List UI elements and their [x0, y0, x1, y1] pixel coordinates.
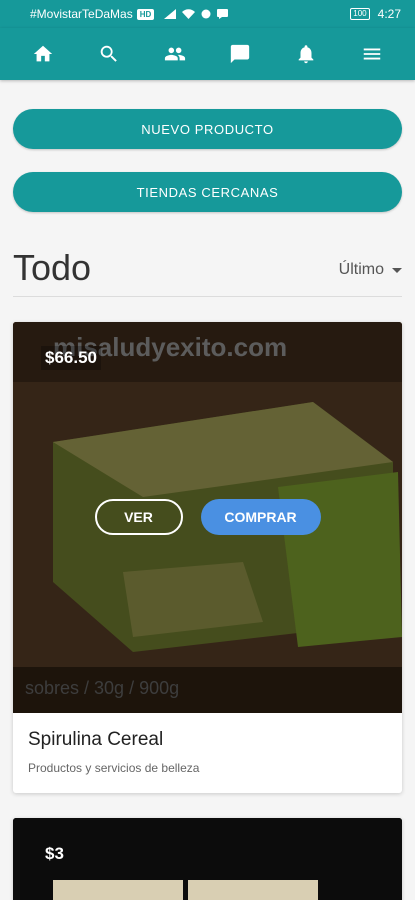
chat-icon[interactable] [225, 39, 255, 69]
product-category: Productos y servicios de belleza [28, 761, 200, 775]
new-product-button[interactable]: NUEVO PRODUCTO [13, 109, 402, 149]
menu-icon[interactable] [357, 39, 387, 69]
product-card[interactable]: misaludyexito.com sobres / 30g / 900g $6… [13, 322, 402, 793]
signal-icon [164, 9, 177, 19]
product-image: $3 [13, 818, 402, 900]
price-tag: $66.50 [41, 346, 101, 370]
status-right: 100 4:27 [350, 7, 401, 21]
bell-icon[interactable] [291, 39, 321, 69]
view-button[interactable]: VER [94, 499, 183, 535]
card-actions: VER COMPRAR [13, 499, 402, 535]
section-title: Todo [13, 247, 92, 288]
search-icon[interactable] [94, 39, 124, 69]
hd-badge: HD [136, 8, 155, 20]
buy-button[interactable]: COMPRAR [200, 499, 321, 535]
app-notification-icon [201, 9, 211, 19]
home-icon[interactable] [28, 39, 58, 69]
card-body: Spirulina Cereal Productos y servicios d… [13, 713, 402, 791]
nearby-stores-button[interactable]: TIENDAS CERCANAS [13, 172, 402, 212]
sort-dropdown[interactable]: Último [339, 261, 402, 279]
top-navigation [0, 28, 415, 80]
product-card[interactable]: $3 [13, 818, 402, 900]
battery-icon: 100 [350, 8, 370, 20]
product-name: Spirulina Cereal [28, 729, 164, 750]
system-icons [164, 9, 229, 19]
carrier-name: #MovistarTeDaMas [30, 7, 133, 21]
section-header: Todo Último [13, 245, 402, 297]
product-image: misaludyexito.com sobres / 30g / 900g $6… [13, 322, 402, 713]
clock: 4:27 [377, 7, 401, 21]
sort-label: Último [338, 261, 384, 278]
message-notification-icon [217, 9, 229, 19]
product-photo [13, 818, 402, 900]
carrier: #MovistarTeDaMas HD [30, 7, 155, 21]
status-bar: #MovistarTeDaMas HD 100 4:27 [0, 0, 415, 28]
price-tag: $3 [45, 844, 64, 863]
wifi-icon [182, 9, 196, 19]
people-icon[interactable] [160, 39, 190, 69]
caret-down-icon [392, 267, 402, 273]
